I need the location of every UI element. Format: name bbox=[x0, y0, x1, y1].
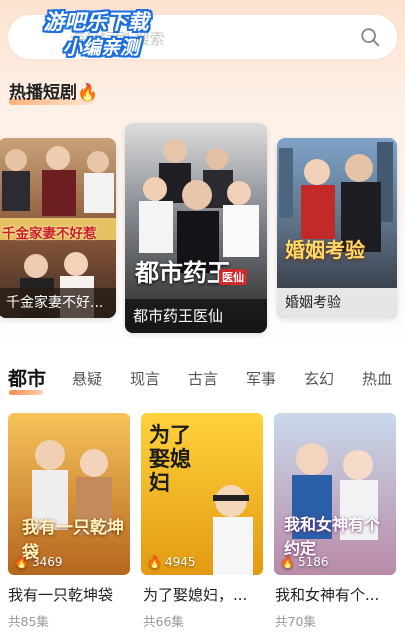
view-count: 🔥 3469 bbox=[14, 555, 63, 569]
tab-xuanyi[interactable]: 悬疑 bbox=[72, 368, 102, 389]
hot-card-2[interactable]: 都市药王 医仙 都市药王医仙 bbox=[125, 123, 267, 333]
active-tab-underline bbox=[9, 390, 43, 395]
tab-rexue[interactable]: 热血 bbox=[362, 368, 392, 389]
poster-text: 我和女神有个约定 bbox=[284, 515, 381, 558]
drama-card-2[interactable]: 为了娶媳妇 🔥 4945 bbox=[141, 413, 263, 575]
drama-title[interactable]: 我有一只乾坤袋 bbox=[8, 584, 113, 605]
view-count: 🔥 5186 bbox=[280, 555, 329, 569]
hot-card-3[interactable]: 婚姻考验 婚姻考验 bbox=[277, 138, 397, 318]
search-icon[interactable] bbox=[359, 26, 381, 48]
fire-icon: 🔥 bbox=[14, 555, 29, 569]
poster-badge: 医仙 bbox=[219, 269, 247, 285]
drama-card-1[interactable]: 我有一只乾坤袋 🔥 3469 bbox=[8, 413, 130, 575]
poster-text: 都市药王 bbox=[135, 259, 231, 287]
fire-icon: 🔥 bbox=[280, 555, 295, 569]
hot-card-title: 千金家妻不好... bbox=[0, 288, 116, 318]
hot-card-1[interactable]: 千金家妻不好惹 千金家妻不好... bbox=[0, 138, 116, 318]
tab-xuanhuan[interactable]: 玄幻 bbox=[304, 368, 334, 389]
poster-text: 为了娶媳妇 bbox=[149, 423, 191, 495]
tab-junshi[interactable]: 军事 bbox=[246, 368, 276, 389]
hot-card-title: 婚姻考验 bbox=[277, 288, 397, 318]
category-tabs: 都市 悬疑 现言 古言 军事 玄幻 热血 bbox=[0, 364, 405, 394]
fire-icon: 🔥 bbox=[147, 555, 162, 569]
tab-guyan[interactable]: 古言 bbox=[188, 368, 218, 389]
drama-title[interactable]: 为了娶媳妇，... bbox=[143, 584, 247, 605]
drama-title[interactable]: 我和女神有个... bbox=[275, 584, 379, 605]
view-count: 🔥 4945 bbox=[147, 555, 196, 569]
poster-text: 婚姻考验 bbox=[285, 238, 365, 262]
section-title: 热播短剧🔥 bbox=[9, 83, 99, 103]
episode-count: 共66集 bbox=[143, 614, 184, 629]
tab-dushi[interactable]: 都市 bbox=[8, 364, 46, 391]
episode-count: 共85集 bbox=[8, 614, 49, 629]
tab-xianyan[interactable]: 现言 bbox=[130, 368, 160, 389]
hot-card-title: 都市药王医仙 bbox=[125, 299, 267, 333]
drama-card-3[interactable]: 我和女神有个约定 🔥 5186 bbox=[274, 413, 396, 575]
watermark: 游吧乐下载 小编亲测 bbox=[43, 10, 149, 59]
episode-count: 共70集 bbox=[275, 614, 316, 629]
poster-text: 千金家妻不好惹 bbox=[2, 226, 97, 242]
fire-icon: 🔥 bbox=[77, 83, 99, 103]
